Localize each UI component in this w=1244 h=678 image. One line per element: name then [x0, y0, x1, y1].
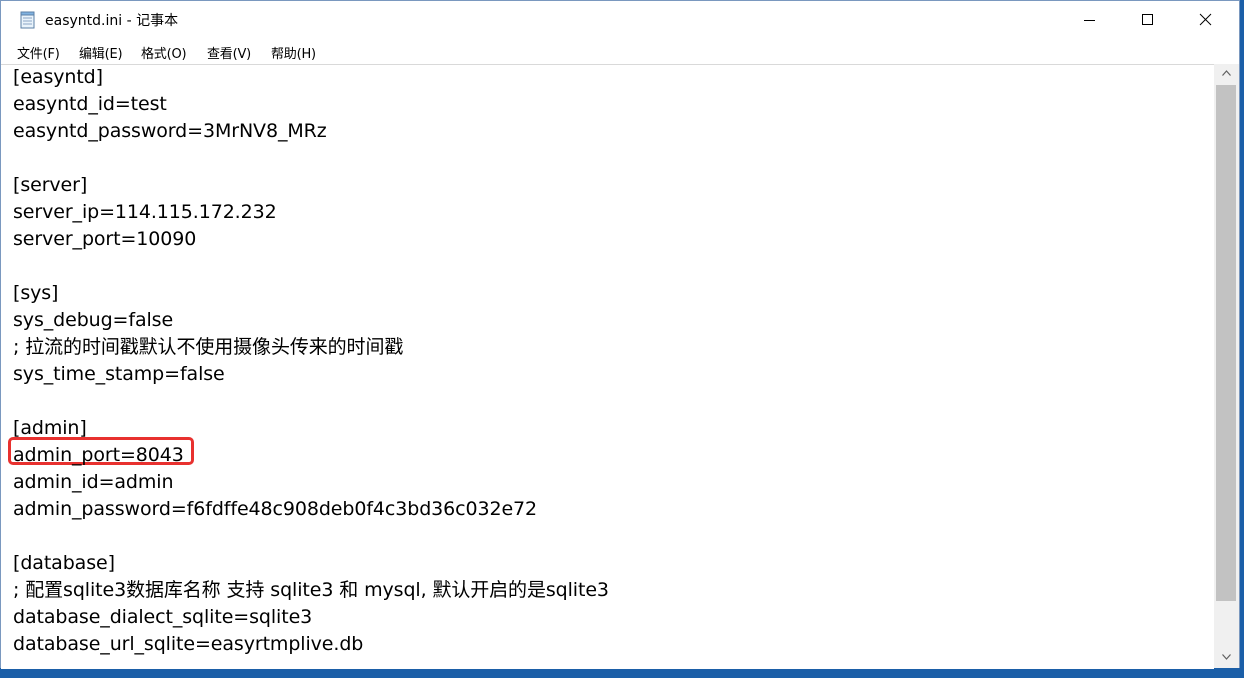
- text-editor[interactable]: [easyntd] easyntd_id=test easyntd_password…: [1, 64, 1214, 669]
- minimize-button[interactable]: [1061, 1, 1119, 39]
- text-line: easyntd_id=test: [13, 93, 167, 115]
- text-line: [database]: [13, 552, 115, 574]
- text-line: [sys]: [13, 282, 59, 304]
- close-icon: [1199, 13, 1212, 26]
- notepad-window: easyntd.ini - 记事本 文件(F) 编辑(E) 格式(O) 查看(V…: [0, 0, 1240, 669]
- text-line: server_ip=114.115.172.232: [13, 201, 277, 223]
- text-line: sys_debug=false: [13, 309, 174, 331]
- text-line: admin_password=f6fdffe48c908deb0f4c3bd36…: [13, 498, 538, 520]
- menu-help[interactable]: 帮助(H): [271, 43, 316, 62]
- text-line: [server]: [13, 174, 88, 196]
- text-line: database_url_sqlite=easyrtmplive.db: [13, 633, 364, 655]
- chevron-down-icon: [1222, 654, 1231, 660]
- vertical-scrollbar[interactable]: [1214, 64, 1239, 668]
- maximize-icon: [1142, 14, 1153, 25]
- text-line: admin_port=8043: [13, 444, 184, 466]
- close-button[interactable]: [1177, 1, 1235, 39]
- text-line: database_dialect_sqlite=sqlite3: [13, 606, 313, 628]
- menu-format[interactable]: 格式(O): [141, 43, 187, 62]
- minimize-icon: [1084, 20, 1095, 21]
- text-line: ; 拉流的时间戳默认不使用摄像头传来的时间戳: [13, 336, 404, 358]
- text-line: easyntd_password=3MrNV8_MRz: [13, 120, 327, 142]
- menu-edit[interactable]: 编辑(E): [79, 43, 123, 62]
- maximize-button[interactable]: [1119, 1, 1177, 39]
- text-line: server_port=10090: [13, 228, 197, 250]
- scroll-up-button[interactable]: [1214, 64, 1239, 84]
- scroll-down-button[interactable]: [1214, 648, 1239, 668]
- menu-bar: 文件(F) 编辑(E) 格式(O) 查看(V) 帮助(H): [1, 39, 1239, 64]
- text-line: sys_time_stamp=false: [13, 363, 225, 385]
- text-line: [easyntd]: [13, 66, 103, 88]
- text-line: [admin]: [13, 417, 87, 439]
- scroll-thumb[interactable]: [1216, 85, 1236, 601]
- menu-file[interactable]: 文件(F): [17, 43, 60, 62]
- window-title: easyntd.ini - 记事本: [45, 13, 179, 29]
- menu-view[interactable]: 查看(V): [207, 43, 251, 62]
- chevron-up-icon: [1222, 70, 1231, 76]
- notepad-icon: [20, 11, 36, 29]
- text-line: ; 配置sqlite3数据库名称 支持 sqlite3 和 mysql, 默认开…: [13, 579, 609, 601]
- text-line: admin_id=admin: [13, 471, 174, 493]
- title-bar[interactable]: easyntd.ini - 记事本: [1, 1, 1239, 39]
